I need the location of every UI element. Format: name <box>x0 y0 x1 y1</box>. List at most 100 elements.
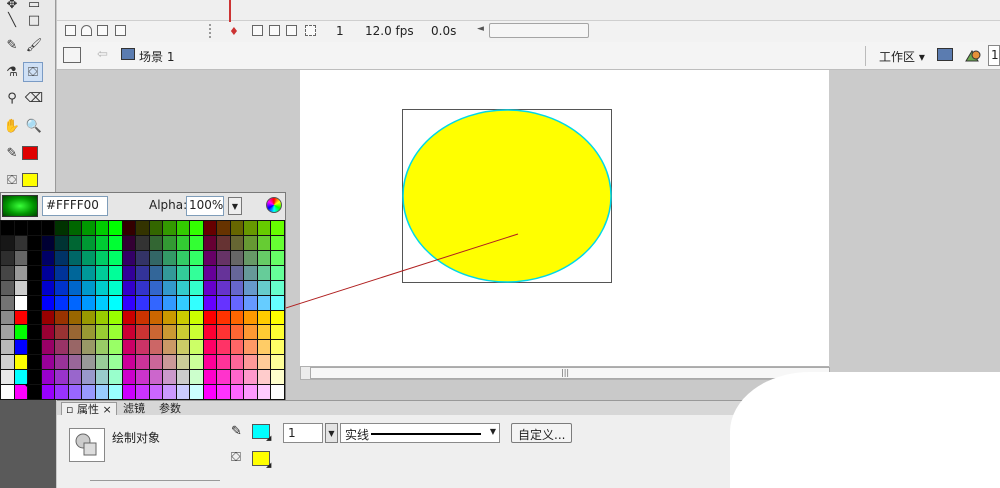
palette-swatch[interactable] <box>1 221 14 235</box>
palette-swatch[interactable] <box>55 265 68 280</box>
palette-swatch[interactable] <box>136 370 149 385</box>
palette-swatch[interactable] <box>163 221 176 235</box>
palette-swatch[interactable] <box>244 325 257 340</box>
palette-swatch[interactable] <box>176 355 190 370</box>
palette-swatch[interactable] <box>203 340 217 355</box>
palette-swatch[interactable] <box>271 355 284 370</box>
palette-swatch[interactable] <box>14 355 28 370</box>
palette-swatch[interactable] <box>203 310 217 325</box>
hex-color-input[interactable]: #FFFF00 <box>42 196 108 216</box>
palette-swatch[interactable] <box>14 310 28 325</box>
palette-swatch[interactable] <box>122 235 136 250</box>
palette-swatch[interactable] <box>95 355 109 370</box>
palette-swatch[interactable] <box>14 295 28 310</box>
palette-swatch[interactable] <box>271 385 284 399</box>
palette-swatch[interactable] <box>257 221 271 235</box>
stroke-height-input[interactable]: 1 <box>283 423 323 443</box>
palette-swatch[interactable] <box>136 235 149 250</box>
custom-stroke-button[interactable]: 自定义... <box>511 423 573 443</box>
palette-swatch[interactable] <box>217 310 230 325</box>
palette-swatch[interactable] <box>14 250 28 265</box>
palette-swatch[interactable] <box>122 370 136 385</box>
palette-swatch[interactable] <box>230 325 244 340</box>
palette-swatch[interactable] <box>176 370 190 385</box>
palette-swatch[interactable] <box>271 250 284 265</box>
palette-swatch[interactable] <box>109 340 122 355</box>
rectangle-tool-icon[interactable]: □ <box>24 10 44 30</box>
fill-color-swatch[interactable] <box>22 173 38 187</box>
palette-swatch[interactable] <box>122 250 136 265</box>
palette-swatch[interactable] <box>109 250 122 265</box>
palette-swatch[interactable] <box>136 221 149 235</box>
palette-swatch[interactable] <box>163 235 176 250</box>
palette-swatch[interactable] <box>136 295 149 310</box>
palette-swatch[interactable] <box>271 235 284 250</box>
palette-swatch[interactable] <box>122 265 136 280</box>
palette-swatch[interactable] <box>95 265 109 280</box>
palette-swatch[interactable] <box>244 385 257 399</box>
palette-swatch[interactable] <box>55 325 68 340</box>
palette-swatch[interactable] <box>230 235 244 250</box>
palette-swatch[interactable] <box>122 355 136 370</box>
palette-swatch[interactable] <box>257 355 271 370</box>
palette-swatch[interactable] <box>109 385 122 399</box>
alpha-dropdown-arrow-icon[interactable]: ▼ <box>228 197 242 215</box>
stroke-color-swatch[interactable] <box>22 146 38 160</box>
palette-swatch[interactable] <box>28 280 41 295</box>
palette-swatch[interactable] <box>55 370 68 385</box>
palette-swatch[interactable] <box>41 340 55 355</box>
palette-swatch[interactable] <box>1 340 14 355</box>
palette-swatch[interactable] <box>95 385 109 399</box>
palette-swatch[interactable] <box>82 280 95 295</box>
zoom-tool-icon[interactable]: 🔍 <box>24 116 44 136</box>
alpha-input[interactable]: 100% <box>186 196 224 216</box>
palette-swatch[interactable] <box>176 280 190 295</box>
palette-swatch[interactable] <box>257 385 271 399</box>
palette-swatch[interactable] <box>41 325 55 340</box>
palette-swatch[interactable] <box>203 280 217 295</box>
palette-swatch[interactable] <box>176 295 190 310</box>
palette-swatch[interactable] <box>55 221 68 235</box>
palette-swatch[interactable] <box>41 385 55 399</box>
palette-swatch[interactable] <box>68 385 82 399</box>
palette-swatch[interactable] <box>28 250 41 265</box>
palette-swatch[interactable] <box>1 235 14 250</box>
palette-swatch[interactable] <box>55 385 68 399</box>
palette-swatch[interactable] <box>271 340 284 355</box>
palette-swatch[interactable] <box>122 325 136 340</box>
palette-swatch[interactable] <box>217 355 230 370</box>
palette-swatch[interactable] <box>55 250 68 265</box>
palette-swatch[interactable] <box>68 355 82 370</box>
tab-parameters[interactable]: 参数 <box>155 402 185 415</box>
palette-swatch[interactable] <box>244 295 257 310</box>
palette-swatch[interactable] <box>149 310 163 325</box>
palette-swatch[interactable] <box>122 295 136 310</box>
palette-swatch[interactable] <box>82 235 95 250</box>
palette-swatch[interactable] <box>1 370 14 385</box>
palette-swatch[interactable] <box>176 221 190 235</box>
palette-swatch[interactable] <box>257 280 271 295</box>
palette-swatch[interactable] <box>163 265 176 280</box>
palette-swatch[interactable] <box>28 295 41 310</box>
palette-swatch[interactable] <box>136 250 149 265</box>
palette-swatch[interactable] <box>136 355 149 370</box>
palette-swatch[interactable] <box>230 355 244 370</box>
palette-swatch[interactable] <box>149 385 163 399</box>
palette-swatch[interactable] <box>95 340 109 355</box>
palette-swatch[interactable] <box>28 325 41 340</box>
palette-swatch[interactable] <box>257 310 271 325</box>
palette-swatch[interactable] <box>28 340 41 355</box>
palette-swatch[interactable] <box>1 310 14 325</box>
palette-swatch[interactable] <box>203 355 217 370</box>
palette-swatch[interactable] <box>41 265 55 280</box>
pencil-tool-icon[interactable]: ✎ <box>2 35 22 55</box>
palette-swatch[interactable] <box>203 250 217 265</box>
palette-swatch[interactable] <box>82 310 95 325</box>
palette-swatch[interactable] <box>203 385 217 399</box>
palette-swatch[interactable] <box>68 235 82 250</box>
palette-swatch[interactable] <box>109 265 122 280</box>
palette-swatch[interactable] <box>176 265 190 280</box>
palette-swatch[interactable] <box>163 295 176 310</box>
palette-swatch[interactable] <box>41 221 55 235</box>
palette-swatch[interactable] <box>190 340 203 355</box>
